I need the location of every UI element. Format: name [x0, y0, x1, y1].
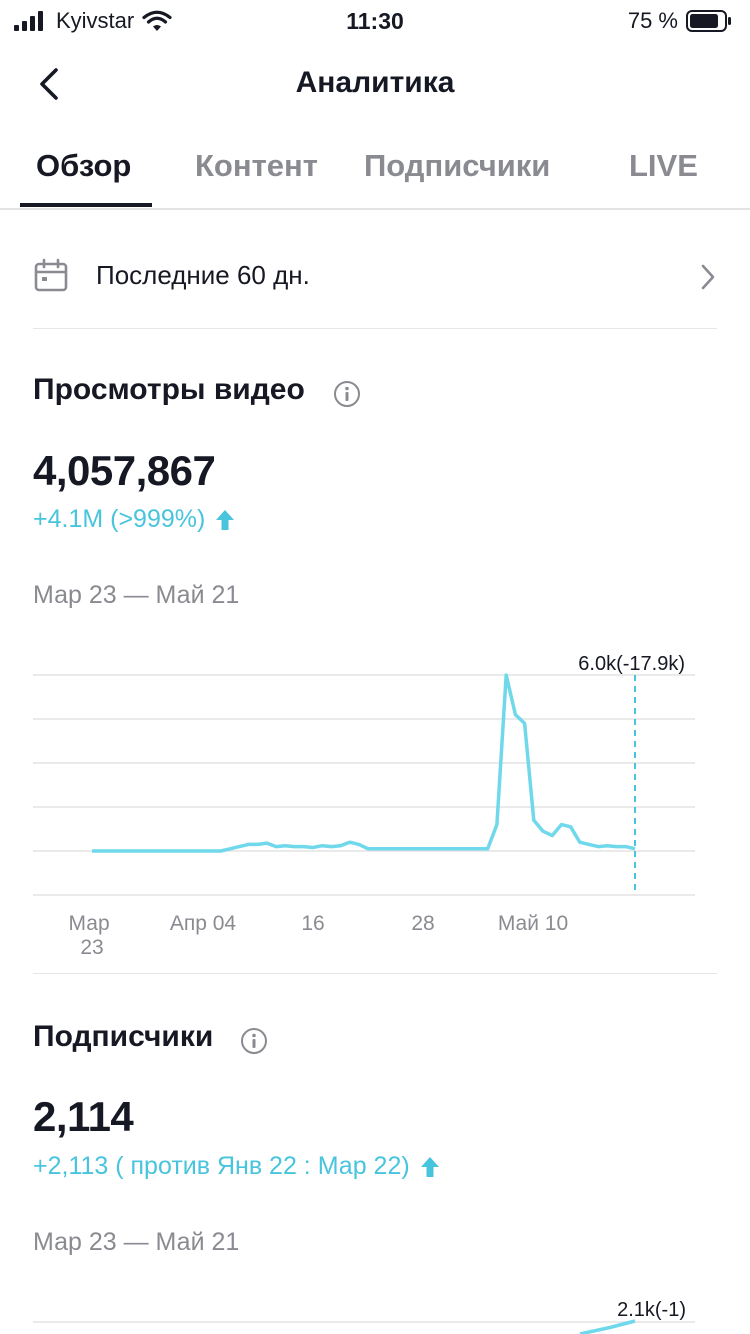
tab-overview[interactable]: Обзор	[36, 148, 131, 184]
followers-date-range: Мар 23 — Май 21	[33, 1228, 240, 1256]
x-tick-label-part: Мар	[69, 912, 110, 935]
followers-delta: +2,113 ( против Янв 22 : Мар 22)	[33, 1152, 440, 1181]
page-title: Аналитика	[295, 66, 455, 99]
arrow-up-icon	[420, 1156, 439, 1177]
status-bar: Kyivstar 11:30 75 %	[0, 0, 750, 40]
chevron-right-icon	[701, 264, 715, 290]
followers-total: 2,114	[33, 1093, 134, 1140]
section-divider	[33, 973, 717, 974]
x-tick-label: Май 10	[498, 912, 568, 935]
x-tick-label: 16	[301, 912, 324, 935]
views-date-range: Мар 23 — Май 21	[33, 581, 240, 609]
x-tick-label: Апр 04	[170, 912, 237, 935]
followers-series-line	[579, 1319, 636, 1334]
views-delta-text: +4.1M (>999%)	[33, 505, 206, 533]
info-icon[interactable]	[333, 380, 361, 408]
followers-chart: 2.1k(-1)	[33, 1299, 695, 1334]
chart-tooltip-value: 6.0k(-17.9k)	[578, 653, 685, 675]
followers-title: Подписчики	[33, 1020, 214, 1053]
x-tick-label-part: 23	[80, 936, 103, 959]
calendar-icon	[34, 258, 68, 292]
status-right: 75 %	[628, 8, 732, 34]
arrow-up-icon	[216, 509, 235, 530]
nav-bar: Аналитика	[0, 40, 750, 128]
followers-delta-text: +2,113 ( против Янв 22 : Мар 22)	[33, 1152, 410, 1180]
date-range-selector[interactable]: Последние 60 дн.	[33, 240, 717, 329]
battery-percent: 75 %	[627, 8, 678, 33]
date-range-label: Последние 60 дн.	[96, 260, 310, 290]
active-tab-indicator	[20, 203, 152, 207]
views-delta: +4.1M (>999%)	[33, 505, 235, 534]
views-chart: 6.0k(-17.9k) Мар 23 Апр 04 16 28 Май 10	[33, 653, 695, 959]
views-title: Просмотры видео	[33, 373, 305, 406]
tab-content[interactable]: Контент	[195, 148, 318, 184]
grid-lines	[33, 674, 695, 896]
x-tick-label: 28	[411, 912, 434, 935]
chart-tooltip-value: 2.1k(-1)	[617, 1299, 686, 1321]
battery-icon	[686, 10, 731, 32]
views-total: 4,057,867	[33, 447, 216, 494]
tab-live[interactable]: LIVE	[629, 148, 698, 184]
info-icon[interactable]	[240, 1027, 268, 1055]
tab-followers[interactable]: Подписчики	[364, 148, 550, 184]
x-tick-label: Мар 23	[69, 912, 116, 959]
tab-bar: Обзор Контент Подписчики LIVE	[0, 130, 750, 210]
